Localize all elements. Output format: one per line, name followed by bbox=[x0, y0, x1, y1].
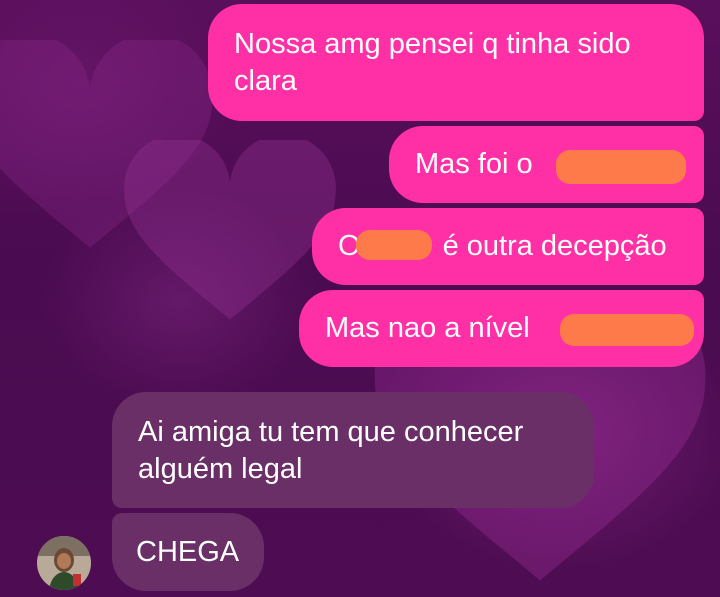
outgoing-message[interactable]: Nossa amg pensei q tinha sido clara bbox=[208, 4, 704, 121]
message-text: Mas foi o bbox=[415, 148, 533, 180]
contact-avatar[interactable] bbox=[37, 536, 91, 590]
message-text: Mas nao a nível bbox=[325, 312, 530, 344]
message-text: é outra decepção bbox=[442, 230, 667, 262]
message-text-line: clara bbox=[234, 65, 297, 97]
redaction-mark bbox=[556, 150, 686, 184]
message-text-line: alguém legal bbox=[138, 453, 303, 485]
incoming-message[interactable]: CHEGA bbox=[112, 513, 264, 591]
avatar-icon bbox=[37, 536, 91, 590]
message-text-line: Ai amiga tu tem que conhecer bbox=[138, 416, 524, 448]
message-text-line: Nossa amg pensei q tinha sido bbox=[234, 28, 631, 60]
incoming-message[interactable]: Ai amiga tu tem que conhecer alguém lega… bbox=[112, 392, 594, 508]
redaction-mark bbox=[356, 230, 432, 260]
message-text: CHEGA bbox=[136, 536, 240, 568]
redaction-mark bbox=[560, 314, 694, 346]
